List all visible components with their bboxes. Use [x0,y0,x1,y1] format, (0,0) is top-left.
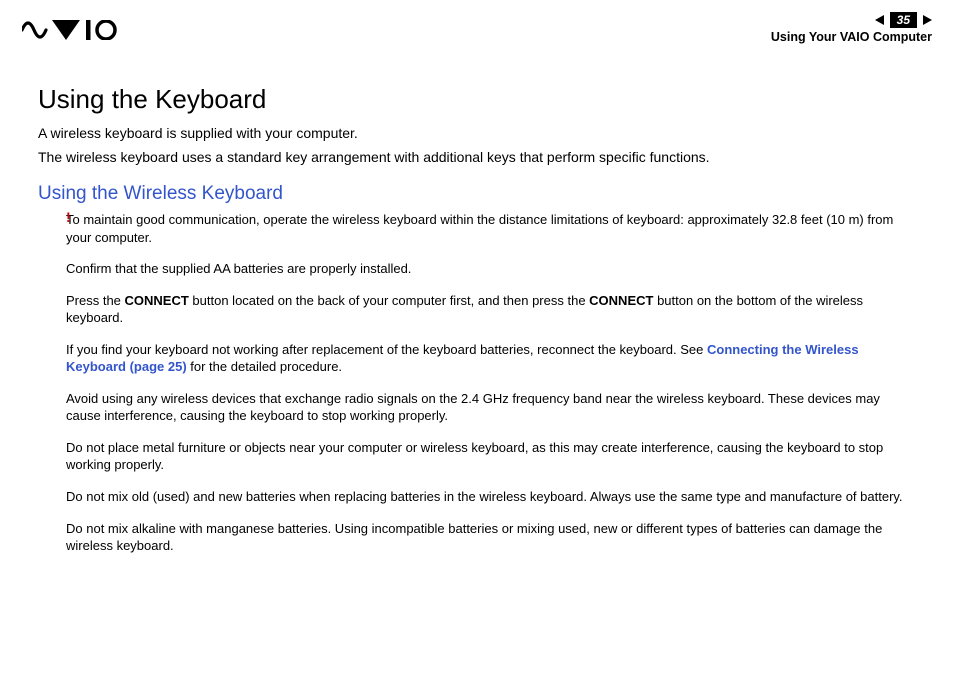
page-number: 35 [890,12,917,28]
section-heading: Using the Wireless Keyboard [38,183,916,205]
note-text: To maintain good communication, operate … [66,211,916,246]
note-text: Avoid using any wireless devices that ex… [66,390,916,425]
breadcrumb[interactable]: Using Your VAIO Computer [771,30,932,44]
intro-text-1: A wireless keyboard is supplied with you… [38,125,916,141]
text-part: for the detailed procedure. [187,359,342,374]
note-text: Confirm that the supplied AA batteries a… [66,260,916,278]
connect-label: CONNECT [125,293,189,308]
page-header: 35 Using Your VAIO Computer [0,0,954,44]
page-content: Using the Keyboard A wireless keyboard i… [0,44,954,555]
note-text: Do not mix alkaline with manganese batte… [66,520,916,555]
note-text: Do not place metal furniture or objects … [66,439,916,474]
vaio-logo [22,20,118,40]
text-part: Press the [66,293,125,308]
connect-label: CONNECT [589,293,653,308]
next-page-icon[interactable] [923,15,932,25]
notes-block: ! To maintain good communication, operat… [38,211,916,555]
intro-text-2: The wireless keyboard uses a standard ke… [38,149,916,165]
text-part: button located on the back of your compu… [189,293,589,308]
text-part: If you find your keyboard not working af… [66,342,707,357]
page-nav: 35 [875,12,932,28]
note-text: If you find your keyboard not working af… [66,341,916,376]
note-text: Press the CONNECT button located on the … [66,292,916,327]
page-title: Using the Keyboard [38,84,916,115]
prev-page-icon[interactable] [875,15,884,25]
header-right: 35 Using Your VAIO Computer [771,12,932,44]
warning-icon: ! [66,209,71,225]
note-text: Do not mix old (used) and new batteries … [66,488,916,506]
